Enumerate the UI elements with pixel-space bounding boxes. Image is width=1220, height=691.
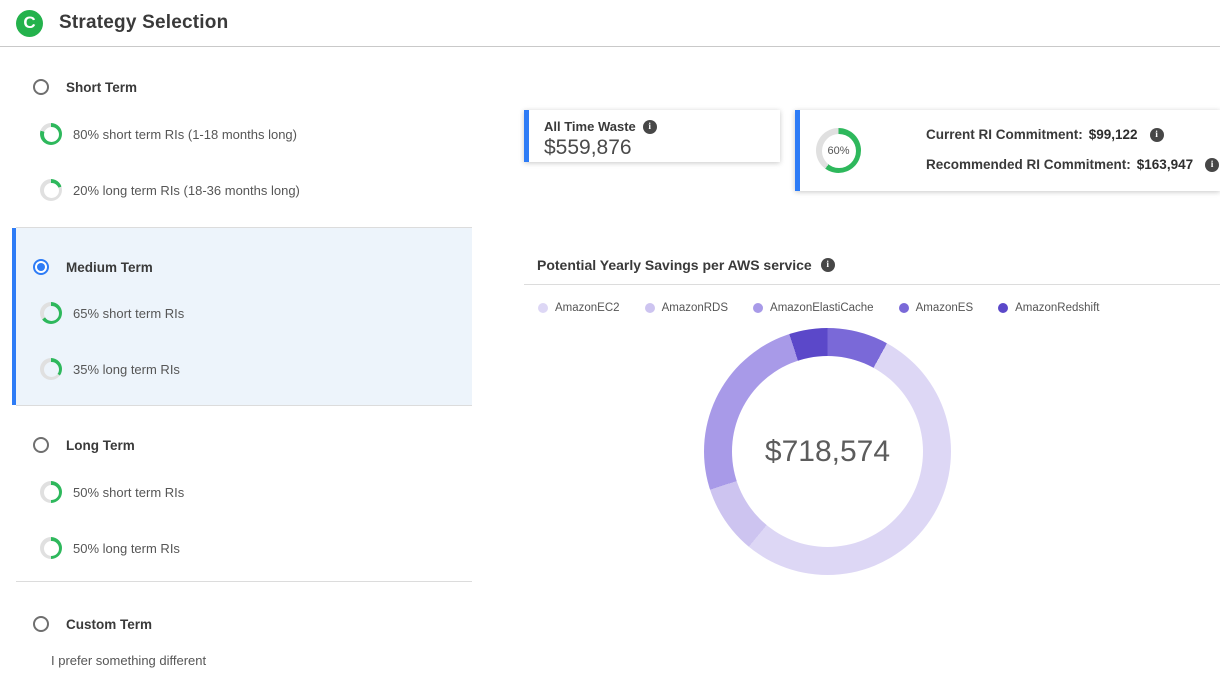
info-icon[interactable]: i [821, 258, 835, 272]
donut-center-value: $718,574 [704, 328, 951, 575]
divider [16, 227, 472, 228]
info-icon[interactable]: i [1205, 158, 1219, 172]
divider [16, 581, 472, 582]
strategy-option-short-term[interactable]: Short Term 80% short term RIs (1-18 mont… [16, 60, 472, 227]
current-ri-commitment-line: Current RI Commitment: $99,122 i [926, 127, 1164, 142]
legend-label: AmazonElastiCache [770, 302, 874, 314]
divider [16, 405, 472, 406]
chart-legend: AmazonEC2 AmazonRDS AmazonElastiCache Am… [538, 302, 1100, 314]
strategy-head-long-term[interactable]: Long Term [16, 437, 135, 453]
strategy-head-custom-term[interactable]: Custom Term [16, 616, 152, 632]
info-icon[interactable]: i [1150, 128, 1164, 142]
strategy-head-short-term[interactable]: Short Term [16, 79, 137, 95]
progress-ring-icon [40, 537, 62, 559]
legend-item-amazones[interactable]: AmazonES [899, 302, 974, 314]
info-icon[interactable]: i [643, 120, 657, 134]
strategy-option-custom-term[interactable]: Custom Term I prefer something different [16, 581, 472, 691]
option-label: 65% short term RIs [73, 306, 184, 321]
page-title: Strategy Selection [59, 12, 228, 34]
radio-long-term[interactable] [33, 437, 49, 453]
legend-dot [645, 303, 655, 313]
legend-label: AmazonES [916, 302, 974, 314]
radio-medium-term[interactable] [33, 259, 49, 275]
legend-dot [538, 303, 548, 313]
legend-dot [753, 303, 763, 313]
strategy-sub-option: 50% long term RIs [16, 537, 180, 559]
option-label: 35% long term RIs [73, 362, 180, 377]
legend-item-amazonec2[interactable]: AmazonEC2 [538, 302, 620, 314]
legend-label: AmazonRDS [662, 302, 728, 314]
radio-short-term[interactable] [33, 79, 49, 95]
strategy-label: Long Term [66, 438, 135, 453]
recommended-ri-value: $163,947 [1137, 157, 1193, 172]
legend-dot [899, 303, 909, 313]
strategy-sub-option: 80% short term RIs (1-18 months long) [16, 123, 297, 145]
strategy-sub-option: 35% long term RIs [16, 358, 180, 380]
legend-item-amazonelasticache[interactable]: AmazonElastiCache [753, 302, 874, 314]
savings-donut[interactable]: $718,574 [704, 328, 951, 575]
option-label: 20% long term RIs (18-36 months long) [73, 183, 300, 198]
chart-title-row: Potential Yearly Savings per AWS service… [537, 257, 835, 273]
progress-ring-icon [40, 123, 62, 145]
progress-ring-icon [40, 302, 62, 324]
page-header: C Strategy Selection [0, 0, 1220, 47]
divider [524, 284, 1220, 285]
chart-title: Potential Yearly Savings per AWS service [537, 257, 812, 273]
strategy-option-medium-term[interactable]: Medium Term 65% short term RIs 35% long … [12, 228, 472, 405]
strategy-sub-option: 65% short term RIs [16, 302, 184, 324]
legend-item-amazonredshift[interactable]: AmazonRedshift [998, 302, 1099, 314]
option-label: 50% short term RIs [73, 485, 184, 500]
legend-label: AmazonRedshift [1015, 302, 1099, 314]
legend-dot [998, 303, 1008, 313]
option-label: 50% long term RIs [73, 541, 180, 556]
radio-custom-term[interactable] [33, 616, 49, 632]
strategy-head-medium-term[interactable]: Medium Term [16, 259, 153, 275]
progress-ring-icon [40, 179, 62, 201]
custom-term-note: I prefer something different [16, 653, 206, 668]
gauge-percentage: 60% [816, 128, 861, 173]
all-time-waste-card: All Time Waste i $559,876 [524, 110, 780, 162]
recommended-ri-commitment-line: Recommended RI Commitment: $163,947 i [926, 157, 1219, 172]
progress-ring-icon [40, 481, 62, 503]
strategy-label: Short Term [66, 80, 137, 95]
strategy-label: Medium Term [66, 260, 153, 275]
current-ri-label: Current RI Commitment: [926, 127, 1083, 142]
current-ri-value: $99,122 [1089, 127, 1138, 142]
strategy-label: Custom Term [66, 617, 152, 632]
legend-label: AmazonEC2 [555, 302, 620, 314]
progress-ring-icon [40, 358, 62, 380]
app-logo-icon: C [16, 10, 43, 37]
strategy-sub-option: 50% short term RIs [16, 481, 184, 503]
strategy-sub-option: 20% long term RIs (18-36 months long) [16, 179, 300, 201]
waste-card-title: All Time Waste [544, 119, 636, 134]
app-logo-letter: C [23, 13, 35, 33]
strategy-option-long-term[interactable]: Long Term 50% short term RIs 50% long te… [16, 406, 472, 581]
recommended-ri-label: Recommended RI Commitment: [926, 157, 1131, 172]
legend-item-amazonrds[interactable]: AmazonRDS [645, 302, 728, 314]
option-label: 80% short term RIs (1-18 months long) [73, 127, 297, 142]
commitment-gauge: 60% [816, 128, 861, 173]
waste-card-value: $559,876 [544, 136, 632, 160]
ri-commitment-card: 60% Current RI Commitment: $99,122 i Rec… [795, 110, 1220, 191]
strategy-selection-page: C Strategy Selection Short Term 80% shor… [0, 0, 1220, 691]
